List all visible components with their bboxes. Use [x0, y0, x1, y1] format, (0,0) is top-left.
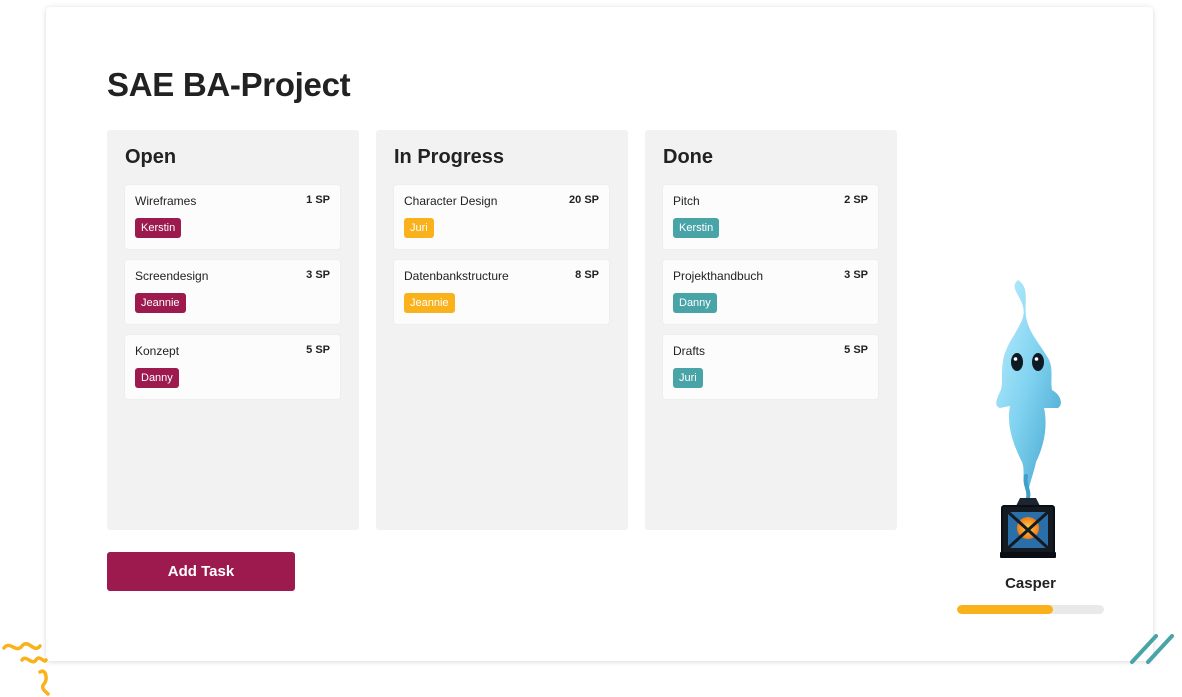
slash-decoration: [1130, 634, 1174, 664]
column-title: Done: [663, 146, 713, 168]
assignee-tag: Juri: [404, 218, 434, 238]
column-title: In Progress: [394, 146, 505, 168]
task-card[interactable]: Konzept 5 SP Danny: [125, 335, 340, 399]
assignee-tag: Juri: [673, 368, 703, 388]
task-name: Character Design: [404, 194, 498, 208]
mascot-name: Casper: [1005, 575, 1056, 592]
story-points: 20 SP: [569, 194, 599, 206]
ghost-lantern-icon: [996, 280, 1061, 558]
assignee-tag: Danny: [673, 293, 717, 313]
task-name: Projekthandbuch: [673, 269, 764, 283]
story-points: 5 SP: [306, 344, 330, 356]
task-name: Pitch: [673, 194, 700, 208]
task-card[interactable]: Wireframes 1 SP Kerstin: [125, 185, 340, 249]
page-title: SAE BA-Project: [107, 66, 351, 103]
assignee-tag: Jeannie: [135, 293, 186, 313]
column-done: Done Pitch 2 SP Kerstin Projekthandbuch …: [645, 130, 897, 530]
column-open: Open Wireframes 1 SP Kerstin Screendesig…: [107, 130, 359, 530]
assignee-tag: Kerstin: [135, 218, 182, 238]
task-card[interactable]: Datenbankstructure 8 SP Jeannie: [394, 260, 609, 324]
story-points: 3 SP: [306, 269, 330, 281]
task-name: Drafts: [673, 344, 706, 358]
task-card[interactable]: Pitch 2 SP Kerstin: [663, 185, 878, 249]
task-card[interactable]: Character Design 20 SP Juri: [394, 185, 609, 249]
squiggle-decoration: [2, 642, 50, 696]
task-name: Wireframes: [135, 194, 197, 208]
mascot-progress-bar: [957, 605, 1104, 614]
task-card[interactable]: Projekthandbuch 3 SP Danny: [663, 260, 878, 324]
mascot-progress-fill: [957, 605, 1053, 614]
add-task-button[interactable]: Add Task: [107, 552, 295, 591]
assignee-tag: Kerstin: [673, 218, 720, 238]
story-points: 3 SP: [844, 269, 868, 281]
story-points: 2 SP: [844, 194, 868, 206]
task-card[interactable]: Drafts 5 SP Juri: [663, 335, 878, 399]
column-title: Open: [125, 146, 177, 168]
task-name: Konzept: [135, 344, 180, 358]
task-name: Datenbankstructure: [404, 269, 509, 283]
column-in-progress: In Progress Character Design 20 SP Juri …: [376, 130, 628, 530]
task-name: Screendesign: [135, 269, 209, 283]
assignee-tag: Danny: [135, 368, 179, 388]
story-points: 8 SP: [575, 269, 599, 281]
assignee-tag: Jeannie: [404, 293, 455, 313]
story-points: 1 SP: [306, 194, 330, 206]
task-card[interactable]: Screendesign 3 SP Jeannie: [125, 260, 340, 324]
story-points: 5 SP: [844, 344, 868, 356]
